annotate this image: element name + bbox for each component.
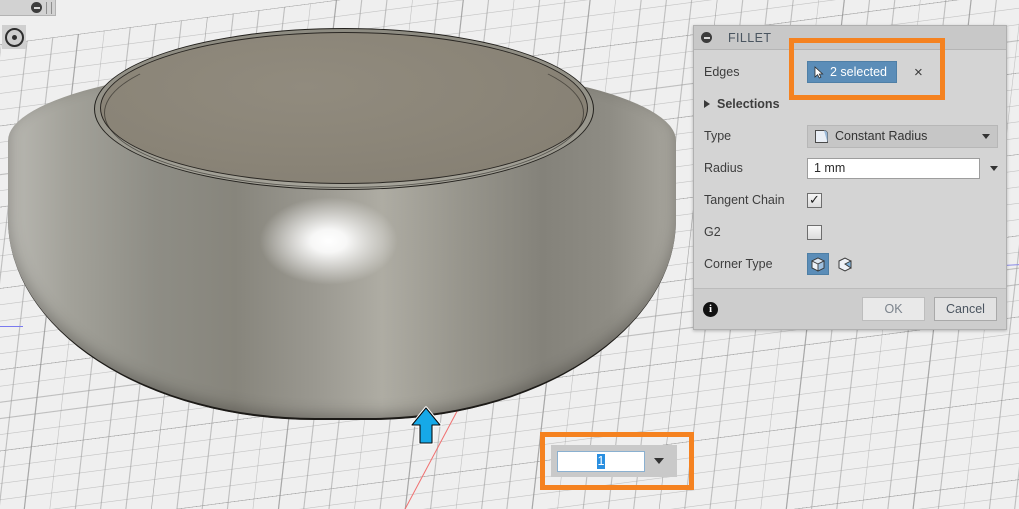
edges-label: Edges xyxy=(704,65,740,79)
edges-selection-label: 2 selected xyxy=(830,65,887,79)
dialog-buttons: OK Cancel xyxy=(862,297,997,321)
page-title: FILLET xyxy=(728,30,772,45)
g2-checkbox[interactable] xyxy=(807,224,822,240)
tangent-chain-label: Tangent Chain xyxy=(704,193,785,207)
viewport-mini-toolbar[interactable] xyxy=(0,0,56,16)
value-input-text: 1 xyxy=(596,453,606,469)
orbit-button[interactable] xyxy=(2,25,26,49)
row-type: Type Constant Radius xyxy=(694,120,1006,152)
row-selections[interactable]: Selections xyxy=(694,88,1006,120)
dialog-body: Edges 2 selected × Selections Type Const… xyxy=(694,50,1006,288)
chevron-down-icon[interactable] xyxy=(982,133,990,139)
tangent-chain-checkbox[interactable]: ✓ xyxy=(807,191,822,208)
row-edges: Edges 2 selected × xyxy=(694,56,1006,88)
chevron-down-icon[interactable] xyxy=(654,458,664,464)
info-icon[interactable]: i xyxy=(703,301,718,317)
constant-radius-icon xyxy=(815,129,828,143)
solid-inner-edge xyxy=(104,38,584,188)
minus-circle-icon[interactable] xyxy=(31,2,42,13)
canvas-value-editor[interactable]: 1 xyxy=(551,445,677,477)
corner-setback-icon[interactable] xyxy=(834,253,856,275)
collapse-circle-icon[interactable] xyxy=(701,32,712,43)
ok-button[interactable]: OK xyxy=(862,297,925,321)
row-radius: Radius 1 mm xyxy=(694,152,1006,184)
selections-label: Selections xyxy=(717,97,780,111)
radius-input[interactable]: 1 mm xyxy=(807,157,980,179)
radius-label: Radius xyxy=(704,161,743,175)
radius-value: 1 mm xyxy=(814,161,846,175)
edges-selection-button[interactable]: 2 selected xyxy=(807,61,897,83)
radius-input-wrap: 1 mm xyxy=(807,157,998,179)
dialog-footer: i OK Cancel xyxy=(694,288,1006,329)
drag-handle-icon[interactable] xyxy=(46,1,52,14)
row-g2: G2 xyxy=(694,216,1006,248)
corner-type-label: Corner Type xyxy=(704,257,773,271)
type-value: Constant Radius xyxy=(835,129,928,143)
chevron-down-icon[interactable] xyxy=(990,165,998,171)
check-icon: ✓ xyxy=(809,191,820,207)
orbit-icon xyxy=(4,27,24,47)
fillet-dialog[interactable]: FILLET Edges 2 selected × Selections Typ… xyxy=(693,25,1007,330)
value-input[interactable]: 1 xyxy=(557,450,645,472)
row-corner-type: Corner Type xyxy=(694,248,1006,280)
type-dropdown[interactable]: Constant Radius xyxy=(807,124,998,148)
g2-label: G2 xyxy=(704,225,721,239)
triangle-right-icon[interactable] xyxy=(704,100,710,108)
blue-up-arrow-cursor xyxy=(410,406,442,445)
corner-rolling-ball-icon[interactable] xyxy=(807,253,829,275)
filleted-bowl-solid[interactable] xyxy=(8,20,676,420)
arrow-cursor-icon xyxy=(814,65,824,79)
type-label: Type xyxy=(704,129,732,143)
dialog-header[interactable]: FILLET xyxy=(694,26,1006,50)
row-tangent-chain: Tangent Chain ✓ xyxy=(694,184,1006,216)
clear-selection-icon[interactable]: × xyxy=(914,65,923,80)
cancel-button[interactable]: Cancel xyxy=(934,297,997,321)
